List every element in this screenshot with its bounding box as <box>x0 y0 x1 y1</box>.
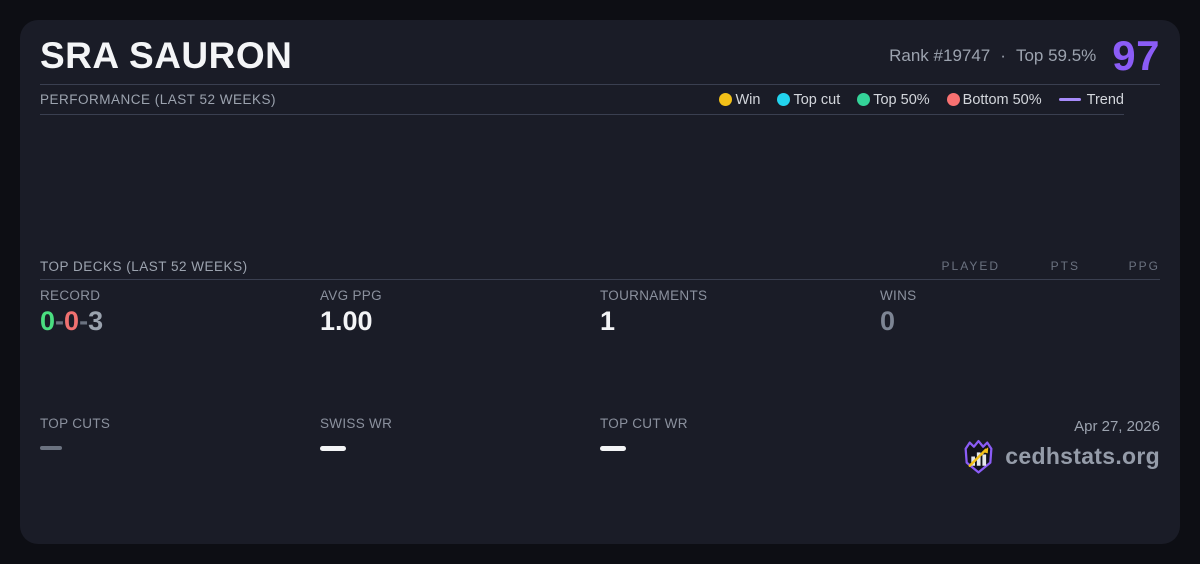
stat-top-cut-wr: TOP CUT WR <box>600 416 880 544</box>
stat-tournaments-value: 1 <box>600 305 880 337</box>
legend-item-top50[interactable]: Top 50% <box>857 92 929 108</box>
column-header-pts: PTS <box>1000 259 1080 273</box>
stat-wins: WINS 0 <box>880 288 1160 416</box>
date-text: Apr 27, 2026 <box>1074 418 1160 435</box>
top-decks-header-row: TOP DECKS (LAST 52 WEEKS) PLAYED PTS PPG <box>40 254 1160 280</box>
top-percent-text: Top 59.5% <box>1016 46 1096 66</box>
rank-separator: · <box>1000 46 1006 66</box>
stat-tournaments-label: TOURNAMENTS <box>600 288 880 303</box>
top-cut-dot-icon <box>777 93 790 106</box>
legend-label-bottom50: Bottom 50% <box>963 92 1042 108</box>
stat-record: RECORD 0-0-3 <box>40 288 320 416</box>
stat-record-value: 0-0-3 <box>40 305 320 337</box>
stat-top-cut-wr-empty-dash <box>600 446 626 451</box>
legend-label-top50: Top 50% <box>873 92 929 108</box>
legend-label-win: Win <box>735 92 760 108</box>
stat-avg-ppg-value: 1.00 <box>320 305 600 337</box>
footer-cell: Apr 27, 2026 cedhstats.org <box>880 416 1160 544</box>
legend-label-trend: Trend <box>1087 92 1124 108</box>
stat-wins-value: 0 <box>880 305 1160 337</box>
score-value: 97 <box>1112 35 1160 77</box>
stat-swiss-wr-empty-dash <box>320 446 346 451</box>
stat-record-label: RECORD <box>40 288 320 303</box>
stat-wins-label: WINS <box>880 288 1160 303</box>
performance-section-title: PERFORMANCE (LAST 52 WEEKS) <box>40 92 276 107</box>
column-header-ppg: PPG <box>1080 259 1160 273</box>
top-decks-section-title: TOP DECKS (LAST 52 WEEKS) <box>40 259 248 274</box>
brand-link[interactable]: cedhstats.org <box>960 438 1160 475</box>
stat-avg-ppg: AVG PPG 1.00 <box>320 288 600 416</box>
rank-text: Rank #19747 <box>889 46 990 66</box>
stats-grid: RECORD 0-0-3 AVG PPG 1.00 TOURNAMENTS 1 … <box>40 280 1160 545</box>
player-name-title: SRA SAURON <box>40 35 292 77</box>
stat-tournaments: TOURNAMENTS 1 <box>600 288 880 416</box>
legend-item-trend[interactable]: Trend <box>1059 92 1124 108</box>
top50-dot-icon <box>857 93 870 106</box>
legend-item-top-cut[interactable]: Top cut <box>777 92 840 108</box>
bottom50-dot-icon <box>947 93 960 106</box>
stat-top-cuts: TOP CUTS <box>40 416 320 544</box>
stat-swiss-wr: SWISS WR <box>320 416 600 544</box>
performance-chart-empty <box>40 115 1160 254</box>
chart-legend: Win Top cut Top 50% Bottom 50% Trend <box>719 92 1124 108</box>
record-wins: 0 <box>40 306 55 336</box>
legend-item-win[interactable]: Win <box>719 92 760 108</box>
stat-top-cuts-empty-dash <box>40 446 62 450</box>
column-header-played: PLAYED <box>920 259 1000 273</box>
shield-chart-arrow-icon <box>960 438 997 475</box>
stat-swiss-wr-label: SWISS WR <box>320 416 600 431</box>
brand-text: cedhstats.org <box>1005 443 1160 470</box>
record-separator: - <box>79 306 88 336</box>
top-decks-column-headers: PLAYED PTS PPG <box>920 259 1160 273</box>
rank-line: Rank #19747 · Top 59.5% <box>889 46 1096 66</box>
stat-avg-ppg-label: AVG PPG <box>320 288 600 303</box>
record-draws: 3 <box>88 306 103 336</box>
stat-top-cut-wr-label: TOP CUT WR <box>600 416 880 431</box>
record-losses: 0 <box>64 306 79 336</box>
legend-item-bottom50[interactable]: Bottom 50% <box>947 92 1042 108</box>
record-separator: - <box>55 306 64 336</box>
header-right: Rank #19747 · Top 59.5% 97 <box>889 35 1160 77</box>
win-dot-icon <box>719 93 732 106</box>
trend-line-icon <box>1059 98 1081 101</box>
player-stats-card: SRA SAURON Rank #19747 · Top 59.5% 97 PE… <box>20 20 1180 544</box>
performance-header-row: PERFORMANCE (LAST 52 WEEKS) Win Top cut … <box>40 85 1124 115</box>
legend-label-top-cut: Top cut <box>793 92 840 108</box>
card-header: SRA SAURON Rank #19747 · Top 59.5% 97 <box>40 20 1160 85</box>
stat-top-cuts-label: TOP CUTS <box>40 416 320 431</box>
